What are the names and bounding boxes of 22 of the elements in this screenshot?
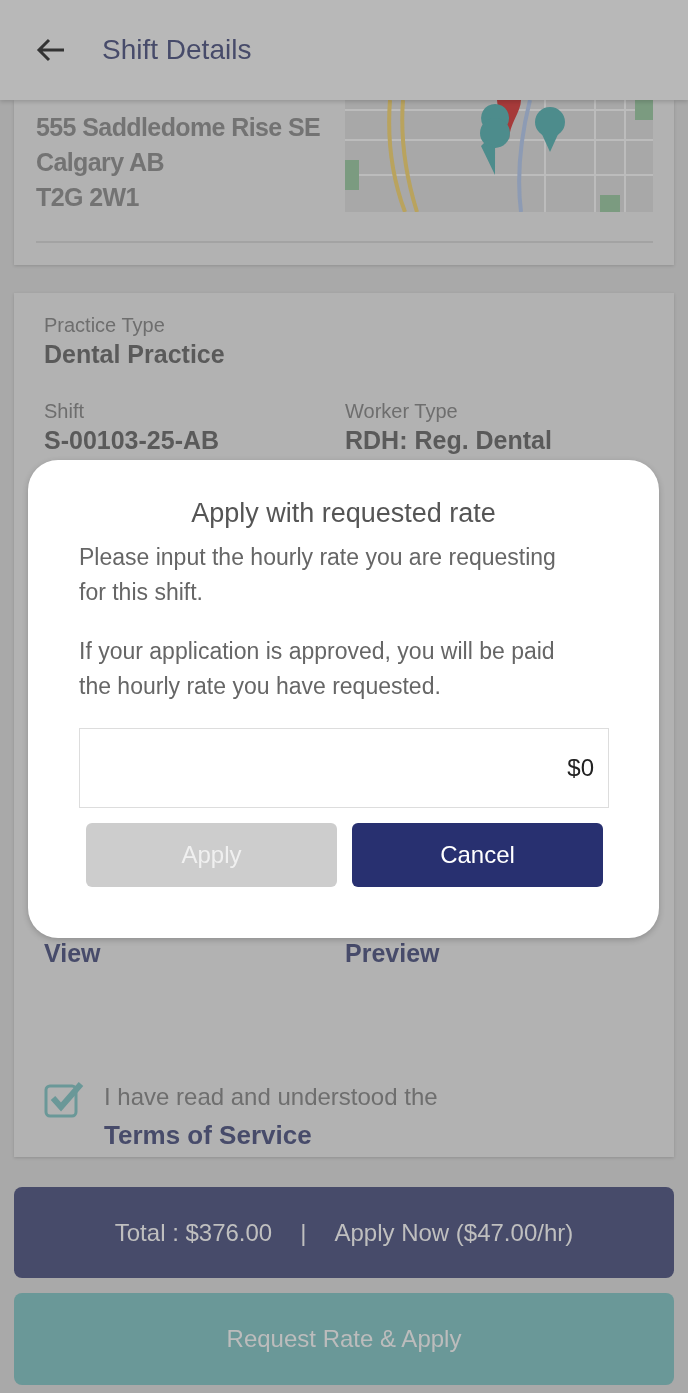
apply-now-button[interactable]: Total : $376.00 | Apply Now ($47.00/hr)	[14, 1187, 674, 1278]
field-label: Shift	[44, 399, 86, 423]
address-line: T2G 2W1	[36, 182, 140, 213]
terms-agreement-text: I have read and understood the Terms of Service	[104, 1082, 439, 1152]
checkbox[interactable]	[44, 1080, 84, 1118]
address-line: Calgary AB	[36, 147, 165, 178]
address-line: 555 Saddledome Rise SE	[36, 112, 321, 143]
dialog-message: If your application is approved, you will be paid the hourly rate you have requested.	[79, 637, 556, 701]
cancel-button[interactable]: Cancel	[352, 823, 603, 887]
dialog-message: Please input the hourly rate you are requesting for this shift.	[79, 543, 557, 607]
field-label: Practice Type	[44, 313, 166, 337]
rate-input-field[interactable]: $0	[79, 728, 609, 808]
field-value: S-00103-25-AB	[44, 425, 221, 456]
screen-title: Shift Details	[102, 34, 252, 66]
field-label: Worker Type	[345, 399, 459, 423]
document-link[interactable]: Preview	[345, 939, 644, 968]
field-value: RDH: Reg. Dental	[345, 425, 553, 456]
back-arrow-icon[interactable]	[36, 38, 66, 62]
dialog-title: Apply with requested rate	[190, 497, 497, 530]
field-value: Dental Practice	[44, 339, 226, 370]
terms-of-service-link[interactable]: Terms of Service	[104, 1120, 312, 1150]
document-link[interactable]: View	[44, 939, 345, 968]
